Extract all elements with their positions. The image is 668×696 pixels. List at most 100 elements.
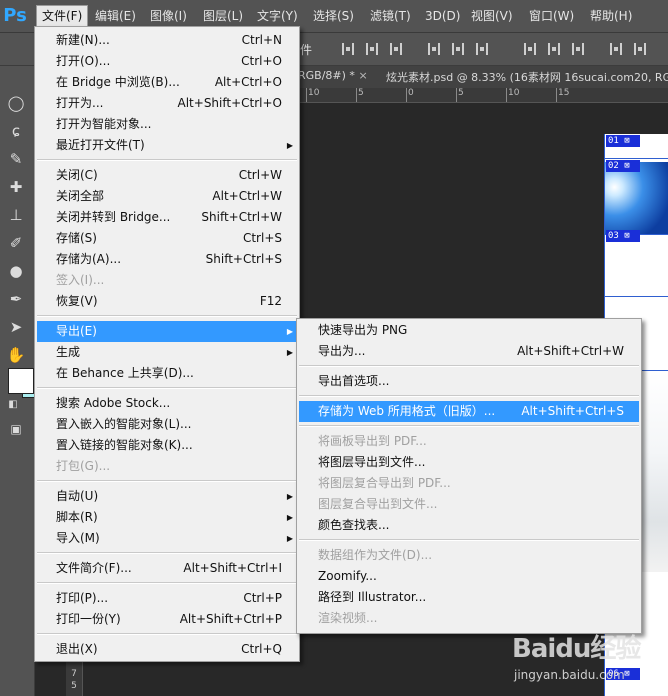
menu-item-label: 打开为智能对象...: [56, 117, 152, 131]
menu-item-label: 图层复合导出到文件...: [318, 497, 438, 511]
menu-item[interactable]: 路径到 Illustrator...: [299, 587, 639, 608]
menu-item-label: 生成: [56, 345, 81, 359]
menu-item[interactable]: 打印(P)... Ctrl+P: [37, 588, 297, 609]
slice-tag[interactable]: 01 ⊠: [606, 135, 640, 147]
menubar-item[interactable]: 3D(D): [420, 6, 465, 26]
menu-item[interactable]: 关闭(C) Ctrl+W: [37, 165, 297, 186]
menu-item-shortcut: Ctrl+P: [243, 591, 282, 605]
menu-item-label: 将画板导出到 PDF...: [318, 434, 427, 448]
align-left-icon[interactable]: [342, 43, 354, 55]
menubar-item[interactable]: 滤镜(T): [365, 6, 416, 26]
menu-separator: [299, 425, 639, 427]
menu-item: 数据组作为文件(D)...: [299, 545, 639, 566]
marquee-tool-icon[interactable]: ◯: [5, 92, 27, 114]
hand-tool-icon[interactable]: ✋: [5, 344, 27, 366]
menu-item[interactable]: 恢复(V) F12: [37, 291, 297, 312]
align-right-icon[interactable]: [390, 43, 402, 55]
menu-item[interactable]: 打开为智能对象...: [37, 114, 297, 135]
menu-item[interactable]: 在 Bridge 中浏览(B)... Alt+Ctrl+O: [37, 72, 297, 93]
menu-item[interactable]: 关闭全部 Alt+Ctrl+W: [37, 186, 297, 207]
ruler-label: 10: [508, 88, 520, 98]
menu-item[interactable]: 文件简介(F)... Alt+Shift+Ctrl+I: [37, 558, 297, 579]
path-select-icon[interactable]: ➤: [5, 316, 27, 338]
document-tab-1[interactable]: RGB/8#) * ×: [298, 69, 368, 82]
menu-item[interactable]: 最近打开文件(T) ▶: [37, 135, 297, 156]
menu-item[interactable]: 打印一份(Y) Alt+Shift+Ctrl+P: [37, 609, 297, 630]
menu-item-label: 新建(N)...: [56, 33, 110, 47]
menubar-item[interactable]: 帮助(H): [585, 6, 637, 26]
menu-item[interactable]: 存储为(A)... Shift+Ctrl+S: [37, 249, 297, 270]
brush-tool-icon[interactable]: ✎: [5, 148, 27, 170]
menu-item[interactable]: 置入链接的智能对象(K)...: [37, 435, 297, 456]
align-center-icon[interactable]: [366, 43, 378, 55]
stamp-tool-icon[interactable]: ⊥: [5, 204, 27, 226]
blur-tool-icon[interactable]: ●: [5, 260, 27, 282]
healing-tool-icon[interactable]: ✚: [5, 176, 27, 198]
menu-item-shortcut: Alt+Shift+Ctrl+P: [179, 612, 282, 626]
menu-item[interactable]: 搜索 Adobe Stock...: [37, 393, 297, 414]
distribute-left-icon[interactable]: [610, 43, 622, 55]
ruler-label: 7: [71, 669, 77, 679]
menubar-item[interactable]: 选择(S): [308, 6, 359, 26]
menubar-item[interactable]: 视图(V): [466, 6, 518, 26]
foreground-color-swatch[interactable]: [8, 368, 34, 394]
menu-item[interactable]: 关闭并转到 Bridge... Shift+Ctrl+W: [37, 207, 297, 228]
menu-item[interactable]: 导出为... Alt+Shift+Ctrl+W: [299, 341, 639, 362]
menu-item[interactable]: 退出(X) Ctrl+Q: [37, 639, 297, 660]
menu-item-shortcut: Alt+Ctrl+O: [214, 75, 282, 89]
export-submenu: 快速导出为 PNG 导出为... Alt+Shift+Ctrl+W 导出首选项... 存…: [296, 318, 642, 634]
lasso-tool-icon[interactable]: ɕ: [5, 120, 27, 142]
menu-item[interactable]: 导入(M) ▶: [37, 528, 297, 549]
menu-item-label: 打包(G)...: [56, 459, 111, 473]
close-icon[interactable]: ×: [358, 69, 367, 82]
align-top-icon[interactable]: [428, 43, 440, 55]
menu-item[interactable]: 将图层导出到文件...: [299, 452, 639, 473]
menu-item[interactable]: 导出(E) ▶: [37, 321, 297, 342]
align-bottom-icon[interactable]: [476, 43, 488, 55]
menu-item-shortcut: Alt+Shift+Ctrl+S: [521, 404, 624, 418]
menu-item-label: 打开(O)...: [56, 54, 111, 68]
menu-item[interactable]: 导出首选项...: [299, 371, 639, 392]
menubar-item[interactable]: 窗口(W): [524, 6, 579, 26]
menu-item[interactable]: 存储(S) Ctrl+S: [37, 228, 297, 249]
menubar-item[interactable]: 图像(I): [145, 6, 192, 26]
slice-tag[interactable]: 03 ⊠: [606, 230, 640, 242]
menu-item[interactable]: 打开为... Alt+Shift+Ctrl+O: [37, 93, 297, 114]
distribute-middle-icon[interactable]: [548, 43, 560, 55]
menu-separator: [299, 395, 639, 397]
align-middle-icon[interactable]: [452, 43, 464, 55]
menu-item[interactable]: 新建(N)... Ctrl+N: [37, 30, 297, 51]
menu-item[interactable]: Zoomify...: [299, 566, 639, 587]
history-brush-icon[interactable]: ✐: [5, 232, 27, 254]
ruler-label: 0: [408, 88, 414, 98]
swap-colors-icon[interactable]: ◧: [2, 394, 24, 416]
menu-item[interactable]: 颜色查找表...: [299, 515, 639, 536]
menu-item[interactable]: 生成 ▶: [37, 342, 297, 363]
menu-item-shortcut: Ctrl+N: [241, 33, 282, 47]
quick-mask-icon[interactable]: ▣: [5, 418, 27, 440]
menu-item[interactable]: 存储为 Web 所用格式（旧版）... Alt+Shift+Ctrl+S: [299, 401, 639, 422]
menubar-item[interactable]: 文字(Y): [252, 6, 303, 26]
menu-item[interactable]: 打开(O)... Ctrl+O: [37, 51, 297, 72]
menu-item[interactable]: 置入嵌入的智能对象(L)...: [37, 414, 297, 435]
menu-item[interactable]: 脚本(R) ▶: [37, 507, 297, 528]
slice-tag[interactable]: 02 ⊠: [606, 160, 640, 172]
menubar-item[interactable]: 编辑(E): [90, 6, 141, 26]
slice-divider: [605, 158, 668, 159]
menu-separator: [37, 387, 297, 389]
menubar-item[interactable]: 图层(L): [198, 6, 248, 26]
menu-item[interactable]: 自动(U) ▶: [37, 486, 297, 507]
distribute-center-icon[interactable]: [634, 43, 646, 55]
document-tab-2[interactable]: 炫光素材.psd @ 8.33% (16素材网 16sucai.com20, R…: [386, 69, 668, 85]
menu-item-label: 将图层导出到文件...: [318, 455, 426, 469]
distribute-top-icon[interactable]: [524, 43, 536, 55]
menu-item-label: 恢复(V): [56, 294, 98, 308]
distribute-bottom-icon[interactable]: [572, 43, 584, 55]
submenu-arrow-icon: ▶: [286, 348, 293, 357]
menu-item[interactable]: 在 Behance 上共享(D)...: [37, 363, 297, 384]
pen-tool-icon[interactable]: ✒: [5, 288, 27, 310]
menu-item-shortcut: Ctrl+O: [241, 54, 282, 68]
menu-item[interactable]: 快速导出为 PNG: [299, 320, 639, 341]
menubar-item[interactable]: 文件(F): [36, 5, 89, 27]
menu-item-label: 路径到 Illustrator...: [318, 590, 427, 604]
